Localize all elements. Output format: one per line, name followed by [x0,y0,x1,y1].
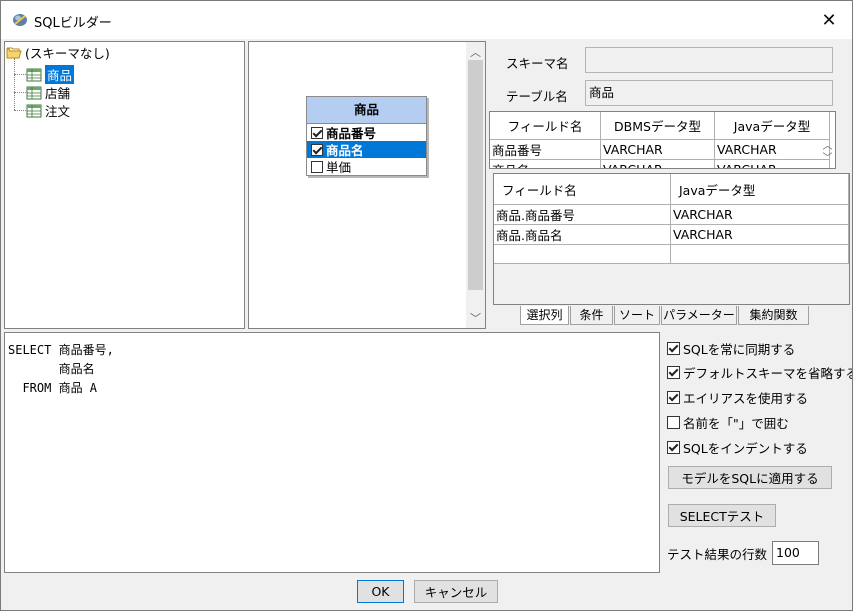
table-cell: VARCHAR [670,204,849,225]
column-header[interactable]: Javaデータ型 [670,174,849,205]
table-name-label: テーブル名 [506,89,568,104]
scroll-down-icon[interactable]: ﹀ [467,310,484,326]
tree-line [14,110,26,111]
option-quote-names[interactable]: 名前を「"」で囲む [667,413,789,432]
entity-title[interactable]: 商品 [307,97,426,124]
scroll-thumb[interactable] [468,60,483,290]
entity-field-row[interactable]: 単価 [307,158,426,175]
option-checkbox[interactable] [667,441,680,454]
scroll-up-icon[interactable]: ︿ [467,44,484,60]
tree-line [14,74,26,75]
ok-button[interactable]: OK [357,580,404,603]
schema-name-label: スキーマ名 [506,56,569,71]
apply-model-button[interactable]: モデルをSQLに適用する [668,466,832,489]
close-icon: ✕ [821,9,837,31]
tree-item-schema[interactable]: (スキーマなし) [6,43,110,62]
tab-sort[interactable]: ソート [614,306,660,325]
table-cell: 商品.商品名 [494,224,671,245]
option-label: SQLを常に同期する [683,342,796,357]
option-indent-sql[interactable]: SQLをインデントする [667,438,808,457]
table-cell: VARCHAR [600,139,715,160]
field-checkbox[interactable] [311,126,323,139]
tree-item-label: 商品 [45,65,75,84]
tab-aggregate-functions[interactable]: 集約関数 [738,306,809,325]
tree-item-label: 注文 [45,104,71,119]
test-rows-input[interactable]: 100 [772,541,819,565]
table-row[interactable]: 商品名 VARCHAR VARCHAR [490,159,830,168]
table-cell: VARCHAR [670,224,849,245]
table-cell [494,244,671,264]
folder-open-icon [6,47,22,58]
option-label: SQLをインデントする [683,441,808,456]
tab-select-columns[interactable]: 選択列 [520,306,569,325]
tab-parameters[interactable]: パラメーター [661,306,737,325]
entity-field-row[interactable]: 商品番号 [307,124,426,141]
option-checkbox[interactable] [667,391,680,404]
table-icon [26,86,42,99]
table-row[interactable]: 商品.商品番号 VARCHAR [494,204,849,225]
table-cell: 商品番号 [490,139,601,160]
scroll-up-icon[interactable]: ︿ [819,142,835,152]
canvas-scrollbar[interactable]: ︿ ﹀ [466,42,485,328]
option-label: エイリアスを使用する [683,391,809,406]
table-cell: VARCHAR [600,159,715,168]
title-bar: SQLビルダー ✕ [1,1,852,39]
option-omit-default-schema[interactable]: デフォルトスキーマを省略する [667,363,853,382]
close-button[interactable]: ✕ [806,1,852,39]
table-name-field: 商品 [585,80,833,106]
field-type-table: フィールド名 DBMSデータ型 Javaデータ型 商品番号 VARCHAR VA… [489,111,836,169]
tree-item-label: (スキーマなし) [25,46,110,61]
option-label: 名前を「"」で囲む [683,416,789,431]
cancel-button[interactable]: キャンセル [414,580,498,603]
table-row[interactable]: 商品.商品名 VARCHAR [494,224,849,245]
table-icon [26,68,42,81]
entity-box[interactable]: 商品 商品番号 商品名 単価 [306,96,427,176]
option-label: デフォルトスキーマを省略する [683,366,853,381]
sql-builder-window: SQLビルダー ✕ (スキーマなし) 商品 店舗 注文 商品 商品番号 商品名 … [0,0,853,611]
field-label: 単価 [326,160,352,175]
tree-item-table[interactable]: 注文 [26,101,70,120]
table-icon [26,104,42,117]
tab-conditions[interactable]: 条件 [570,306,613,325]
tree-item-table[interactable]: 店舗 [26,83,70,102]
column-header[interactable]: フィールド名 [490,112,601,140]
table-row[interactable] [494,244,849,264]
table-row[interactable]: 商品番号 VARCHAR VARCHAR [490,139,830,160]
scroll-down-icon[interactable]: ﹀ [819,154,835,164]
table-tree-panel: (スキーマなし) 商品 店舗 注文 [4,41,245,329]
diagram-canvas[interactable]: 商品 商品番号 商品名 単価 ︿ ﹀ [248,41,486,329]
column-header[interactable]: フィールド名 [494,174,671,205]
entity-field-row[interactable]: 商品名 [307,141,426,158]
option-checkbox[interactable] [667,416,680,429]
schema-name-field [585,47,833,73]
select-column-table: フィールド名 Javaデータ型 商品.商品番号 VARCHAR 商品.商品名 V… [493,173,850,305]
table-cell: VARCHAR [714,139,830,160]
field-checkbox[interactable] [311,143,323,156]
option-checkbox[interactable] [667,342,680,355]
app-icon [13,14,27,26]
option-checkbox[interactable] [667,366,680,379]
table-cell [670,244,849,264]
table-cell: 商品名 [490,159,601,168]
table-cell: 商品.商品番号 [494,204,671,225]
option-always-sync[interactable]: SQLを常に同期する [667,339,795,358]
window-title: SQLビルダー [34,16,112,31]
tree-line [14,92,26,93]
option-use-alias[interactable]: エイリアスを使用する [667,388,808,407]
test-rows-label: テスト結果の行数 [667,547,768,562]
table-cell: VARCHAR [714,159,830,168]
tree-item-label: 店舗 [45,86,71,101]
tree-line [14,58,15,110]
column-header[interactable]: Javaデータ型 [714,112,830,140]
select-test-button[interactable]: SELECTテスト [668,504,776,527]
tree-item-table[interactable]: 商品 [26,65,75,84]
column-header[interactable]: DBMSデータ型 [600,112,715,140]
field-checkbox[interactable] [311,160,323,173]
sql-editor[interactable]: SELECT 商品番号, 商品名 FROM 商品 A [4,332,660,573]
